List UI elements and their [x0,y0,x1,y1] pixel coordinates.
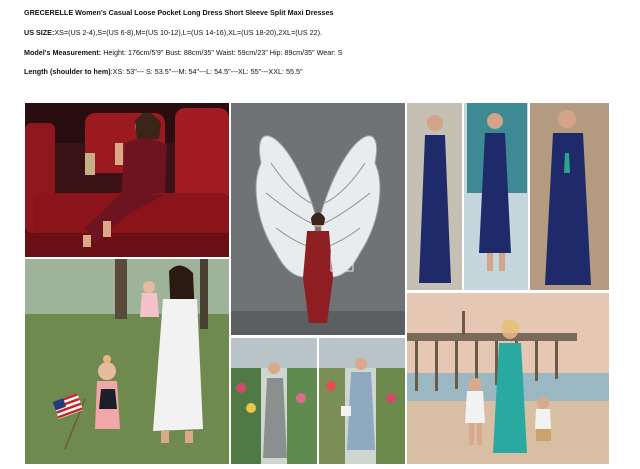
length-label: Length (shoulder to hem) [24,67,111,76]
photo-beach-pier [407,293,609,464]
photo-angel-wings-mural [231,103,405,335]
model-measurement-line: Model's Measurement: Height: 176cm/5'9" … [24,48,342,57]
product-title: GRECERELLE Women's Casual Loose Pocket L… [24,8,334,17]
photo-white-dress-park [25,259,229,464]
length-line: Length (shoulder to hem):XS: 53"--- S: 5… [24,67,303,76]
model-measurement-label: Model's Measurement: [24,48,102,57]
us-size-value: XS=(US 2-4),S=(US 6-8),M=(US 10-12),L=(U… [54,28,323,37]
length-value: :XS: 53"--- S: 53.5"---M: 54"---L: 54.5"… [110,67,303,76]
photo-cinema-seat [25,103,229,257]
us-size-label: US SIZE: [24,28,55,37]
photo-garden-center [231,338,405,464]
us-size-line: US SIZE:XS=(US 2-4),S=(US 6-8),M=(US 10-… [24,28,322,37]
photo-navy-dress-collage [407,103,609,290]
model-measurement-value: Height: 176cm/5'9" Bust: 88cm/35" Waist:… [101,48,343,57]
